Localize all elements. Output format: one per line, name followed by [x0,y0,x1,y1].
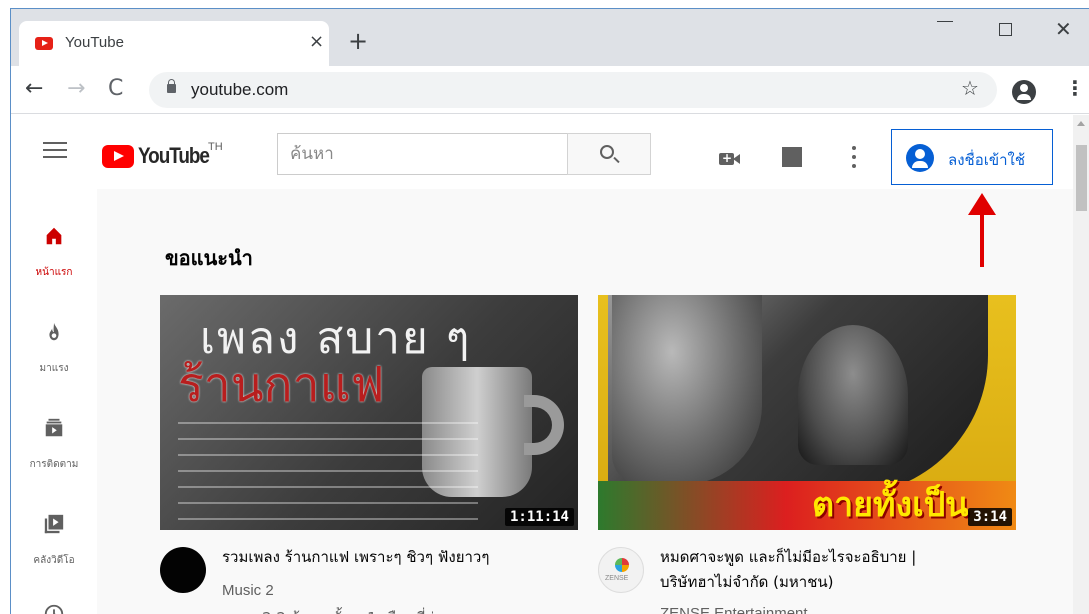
video-channel-name[interactable]: Music 2 [222,582,274,599]
zense-logo-icon [615,558,629,572]
video-duration-badge: 3:14 [968,508,1012,526]
sidebar-item-trending[interactable]: มาแรง [11,295,97,385]
video-thumbnail[interactable]: ตายทั้งเป็น 3:14 [598,295,1016,530]
subscriptions-icon [45,418,63,437]
sidebar-item-home[interactable]: หน้าแรก [11,199,97,289]
thumbnail-subheadline: ร้านกาแฟ [178,357,385,413]
tab-title: YouTube [65,34,124,51]
maximize-window-icon[interactable] [999,23,1012,36]
new-tab-icon[interactable]: + [348,29,368,53]
scrollbar-thumb[interactable] [1076,145,1087,211]
lock-icon[interactable] [167,79,176,93]
home-icon [46,227,62,245]
address-bar[interactable]: youtube.com ☆ [149,72,997,108]
youtube-logo-text[interactable]: YouTube [138,143,210,169]
library-icon [44,514,64,534]
thumbnail-banner-text: ตายทั้งเป็น [812,485,969,525]
channel-avatar[interactable] [160,547,206,593]
video-stats: การดู 2.2 ล้าน ครั้ง • 1 เดือนที่ผ่านมา [222,606,471,614]
back-arrow-icon[interactable]: ← [25,76,43,102]
tab-strip: YouTube × + ✕ [11,9,1089,66]
hamburger-menu-icon[interactable] [43,142,67,158]
history-icon[interactable] [43,603,65,614]
account-circle-icon [906,144,934,172]
search-box [277,133,567,175]
section-title-recommended: ขอแนะนำ [165,246,253,270]
url-text[interactable]: youtube.com [191,80,288,100]
channel-avatar[interactable]: ZENSE [598,547,644,593]
create-plus-glyph: + [722,151,733,165]
youtube-apps-icon[interactable] [782,147,802,167]
song-list-graphic [178,415,478,525]
sidebar-item-label: คลังวิดีโอ [33,555,75,566]
trending-fire-icon [49,322,59,341]
youtube-favicon-icon [35,37,53,50]
chrome-menu-icon[interactable]: ⋮ [1065,78,1085,98]
region-code: TH [208,141,223,153]
sign-in-button[interactable]: ลงชื่อเข้าใช้ [891,129,1053,185]
video-thumbnail[interactable]: เพลง สบาย ๆ ร้านกาแฟ 1:11:14 [160,295,578,530]
youtube-logo-icon[interactable] [102,145,134,168]
sign-in-label: ลงชื่อเข้าใช้ [948,151,1026,169]
minimize-window-icon[interactable] [937,21,953,22]
browser-toolbar: ← → C youtube.com ☆ ⋮ [11,66,1089,114]
coffee-mug-handle-graphic [524,395,564,455]
video-duration-badge: 1:11:14 [504,508,574,526]
youtube-page: YouTube TH + ลงชื่อเข้าใช้ [11,115,1089,614]
search-icon [600,145,614,159]
bookmark-star-icon[interactable]: ☆ [961,76,979,100]
chrome-profile-icon[interactable] [1012,80,1036,104]
settings-more-icon[interactable] [852,146,856,168]
search-input[interactable] [278,134,567,174]
sidebar-item-label: หน้าแรก [35,267,73,278]
video-channel-name[interactable]: ZENSE Entertainment [660,605,808,614]
sidebar-item-label: มาแรง [39,363,69,374]
sidebar-item-label: การติดตาม [29,459,79,470]
video-title[interactable]: รวมเพลง ร้านกาแฟ เพราะๆ ชิวๆ ฟังยาวๆ [222,545,582,570]
zense-logo-text: ZENSE [605,575,629,582]
reload-icon[interactable]: C [108,76,123,102]
annotation-arrow-icon [968,193,996,271]
masthead: YouTube TH + ลงชื่อเข้าใช้ [11,115,1073,189]
tab-close-icon[interactable]: × [309,31,324,52]
video-title-line-2[interactable]: บริษัทฮาไม่จำกัด (มหาชน) [660,570,1020,595]
scroll-up-icon[interactable] [1077,121,1085,126]
browser-tab-youtube[interactable]: YouTube × [19,21,329,66]
sidebar-item-library[interactable]: คลังวิดีโอ [11,487,97,577]
page-scrollbar[interactable] [1073,115,1089,614]
close-window-icon[interactable]: ✕ [1055,17,1072,41]
video-title-line-1[interactable]: หมดศาจะพูด และก็ไม่มีอะไรจะอธิบาย | [660,545,1020,570]
forward-arrow-icon[interactable]: → [67,76,85,102]
search-button[interactable] [567,133,651,175]
browser-window: YouTube × + ✕ ← → C youtube.com ☆ ⋮ YouT… [10,8,1089,614]
guide-sidebar: หน้าแรก มาแรง การติดตาม คลังวิดีโอ [11,189,97,614]
sidebar-item-subscriptions[interactable]: การติดตาม [11,391,97,481]
